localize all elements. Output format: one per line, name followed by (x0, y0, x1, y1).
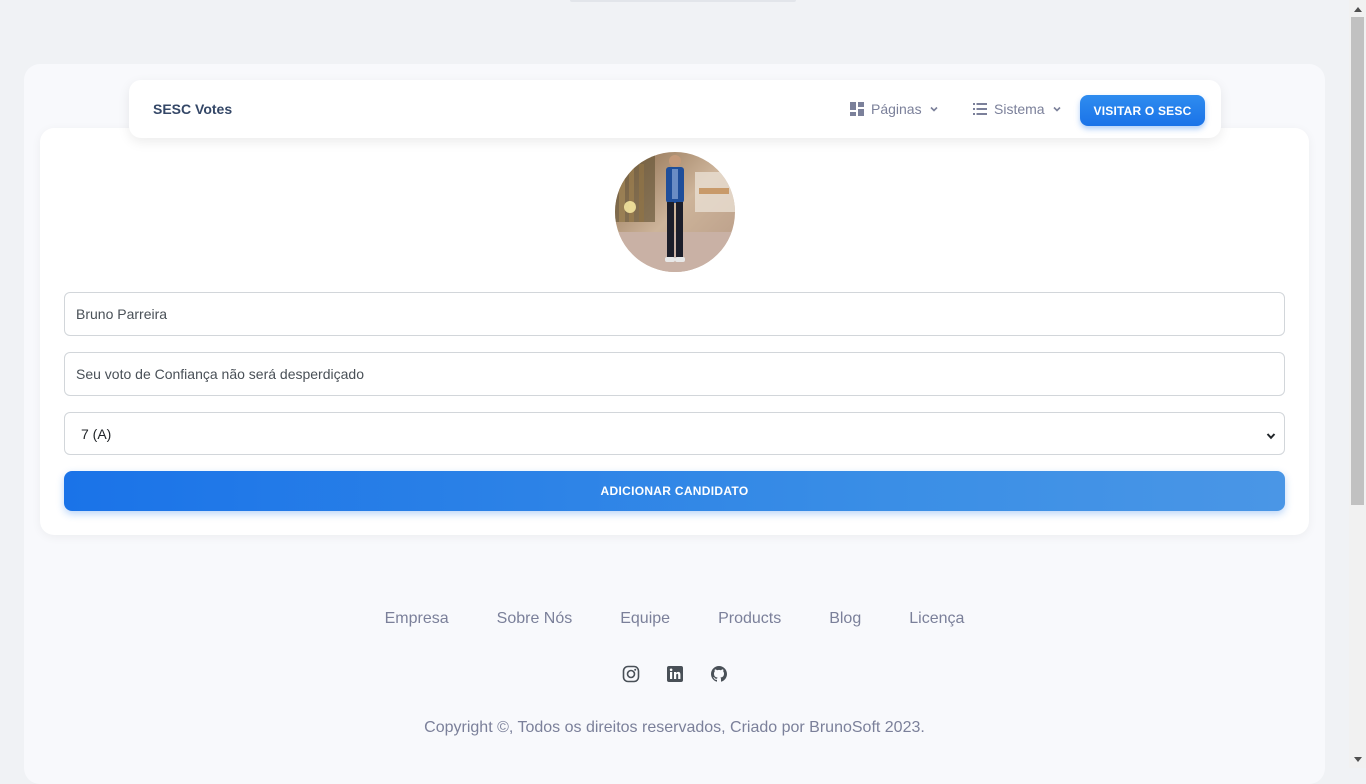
candidate-motto-input[interactable] (64, 352, 1285, 396)
scroll-down-icon[interactable] (1349, 751, 1366, 768)
add-candidate-button[interactable]: ADICIONAR CANDIDATO (64, 471, 1285, 511)
footer-link-blog[interactable]: Blog (829, 610, 861, 628)
linkedin-icon[interactable] (666, 665, 684, 683)
scrollbar-thumb[interactable] (1351, 17, 1364, 505)
chevron-down-icon (1052, 104, 1062, 114)
candidate-name-input[interactable] (64, 292, 1285, 336)
footer-link-empresa[interactable]: Empresa (385, 610, 449, 628)
nav-sistema-dropdown[interactable]: Sistema (973, 100, 1062, 118)
class-select-value: 7 (A) (81, 425, 112, 442)
scroll-up-icon[interactable] (1349, 0, 1366, 17)
navbar: SESC Votes Páginas Sistema VISITAR O SES… (129, 80, 1221, 138)
top-tab-indicator (570, 0, 796, 2)
visit-sesc-button[interactable]: VISITAR O SESC (1080, 95, 1205, 126)
footer-link-sobre-nos[interactable]: Sobre Nós (497, 610, 573, 628)
candidate-avatar[interactable] (615, 152, 735, 272)
instagram-icon[interactable] (622, 665, 640, 683)
list-icon (973, 103, 987, 115)
nav-paginas-label: Páginas (871, 101, 922, 117)
class-select[interactable]: 7 (A) (64, 412, 1285, 455)
chevron-down-icon (929, 104, 939, 114)
nav-sistema-label: Sistema (994, 101, 1045, 117)
nav-paginas-dropdown[interactable]: Páginas (850, 100, 939, 118)
social-links (0, 665, 1349, 683)
brand-title[interactable]: SESC Votes (153, 101, 232, 117)
chevron-down-icon (1266, 428, 1276, 444)
footer-link-equipe[interactable]: Equipe (620, 610, 670, 628)
vertical-scrollbar[interactable] (1349, 0, 1366, 768)
footer-link-products[interactable]: Products (718, 610, 781, 628)
candidate-form-card: 7 (A) ADICIONAR CANDIDATO (40, 128, 1309, 535)
footer-links: Empresa Sobre Nós Equipe Products Blog L… (0, 610, 1349, 628)
dashboard-icon (850, 102, 864, 116)
footer-link-licenca[interactable]: Licença (909, 610, 964, 628)
copyright-text: Copyright ©, Todos os direitos reservado… (424, 719, 925, 736)
github-icon[interactable] (710, 665, 728, 683)
